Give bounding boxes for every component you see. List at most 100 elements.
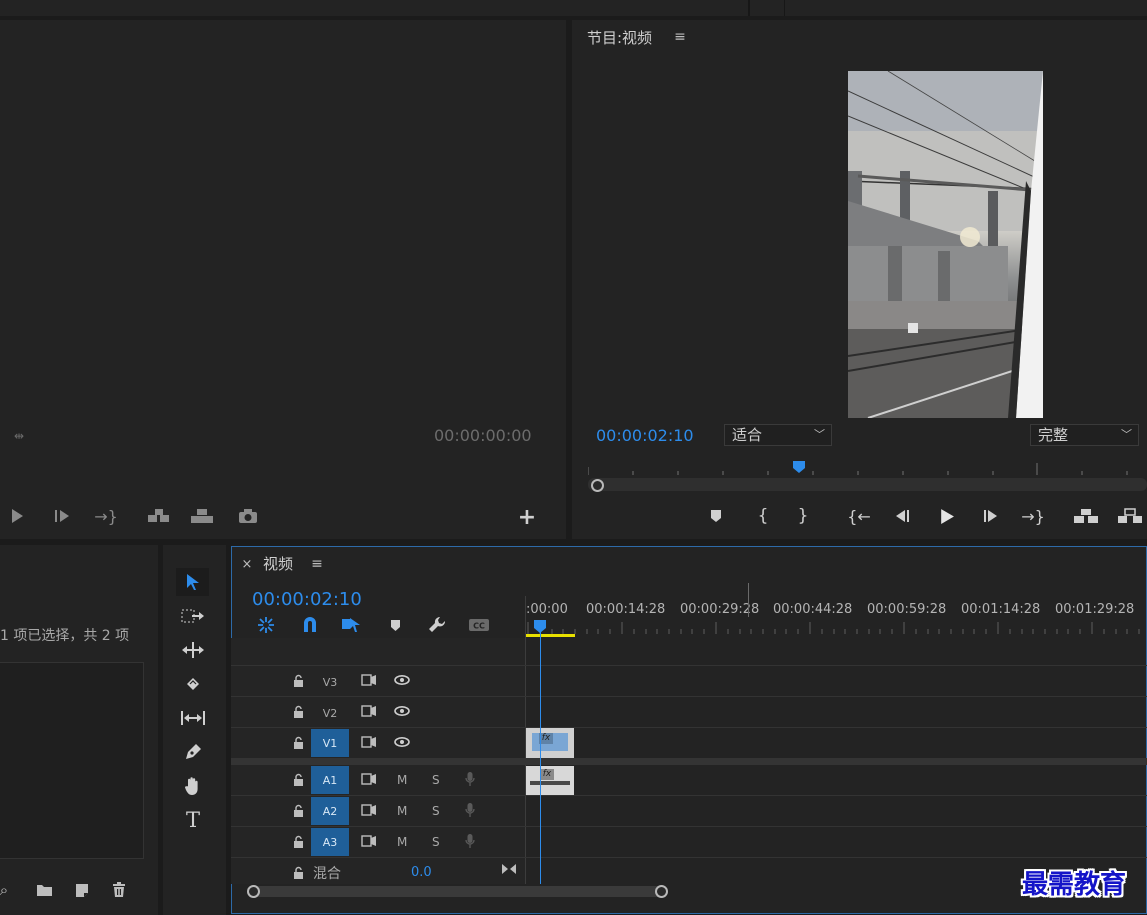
sync-lock-icon[interactable] [359,734,379,750]
pen-tool-icon[interactable] [179,741,207,763]
track-name-v1[interactable]: V1 [311,729,349,757]
video-clip[interactable]: fx [526,728,574,758]
timeline-scroll-thumb[interactable] [250,886,664,897]
new-bin-icon[interactable] [34,880,54,900]
solo-button[interactable]: S [432,773,440,787]
scrollbar-handle-left[interactable] [591,479,604,492]
selection-tool-icon[interactable] [176,568,209,596]
overwrite-icon[interactable] [189,506,215,526]
lock-icon[interactable] [290,833,306,849]
add-marker-icon[interactable] [706,506,726,526]
microphone-icon[interactable] [461,832,479,850]
hand-tool-icon[interactable] [179,775,207,797]
new-item-icon[interactable] [72,880,92,900]
track-separator [231,727,1147,728]
timeline-tab-title[interactable]: 视频 [263,553,293,574]
top-menu-strip [0,0,1147,16]
top-divider-2 [784,0,785,16]
step-forward-icon[interactable] [52,506,74,526]
track-name-a3[interactable]: A3 [311,828,349,856]
track-name-a2[interactable]: A2 [311,797,349,825]
scroll-thumb-handle-right[interactable] [655,885,668,898]
lock-icon[interactable] [290,672,306,688]
playback-resolution-select[interactable]: 完整 ﹀ [1030,424,1139,446]
lock-icon[interactable] [290,771,306,787]
program-time-ruler[interactable] [587,459,1147,477]
lift-icon[interactable] [1072,506,1100,526]
trash-icon[interactable] [109,880,129,900]
go-to-end-icon[interactable] [499,861,519,877]
audio-clip[interactable]: fx [526,766,574,795]
track-name-v2[interactable]: V2 [311,699,349,727]
close-tab-icon[interactable]: × [240,555,254,573]
track-select-tool-icon[interactable] [179,605,207,627]
eye-icon[interactable] [392,672,412,688]
razor-tool-icon[interactable] [179,673,207,695]
program-zoom-scrollbar[interactable] [588,478,1147,491]
lock-icon[interactable] [290,802,306,818]
sync-lock-icon[interactable] [359,703,379,719]
play-icon[interactable] [6,506,28,526]
mix-track-label: 混合 [313,866,341,882]
nest-sequence-icon[interactable] [255,614,277,636]
mix-volume-value[interactable]: 0.0 [411,865,432,880]
step-forward-icon[interactable] [979,506,1003,526]
microphone-icon[interactable] [461,801,479,819]
source-timecode[interactable]: 00:00:00:00 [434,426,532,445]
mark-in-icon[interactable]: { [752,505,774,527]
work-area-bar[interactable] [526,634,575,637]
lock-icon[interactable] [290,703,306,719]
eye-icon[interactable] [392,703,412,719]
solo-button[interactable]: S [432,804,440,818]
linked-selection-icon[interactable] [340,614,362,636]
project-items-area[interactable] [0,662,144,859]
top-divider [748,0,750,16]
program-video-frame[interactable] [848,71,1043,418]
go-to-out-icon[interactable]: →} [94,506,118,526]
solo-button[interactable]: S [432,835,440,849]
track-name-v3[interactable]: V3 [311,668,349,696]
sync-lock-icon[interactable] [359,833,379,849]
track-name-a1[interactable]: A1 [311,766,349,794]
sync-lock-icon[interactable] [359,771,379,787]
mute-button[interactable]: M [397,804,407,818]
button-editor-plus-icon[interactable]: + [516,505,538,530]
mute-button[interactable]: M [397,773,407,787]
captions-icon[interactable]: CC [467,614,491,636]
zoom-level-select[interactable]: 适合 ﹀ [724,424,832,446]
sync-lock-icon[interactable] [359,672,379,688]
scroll-thumb-handle-left[interactable] [247,885,260,898]
eye-icon[interactable] [392,734,412,750]
panel-menu-icon[interactable]: ≡ [309,555,325,573]
sync-lock-icon[interactable] [359,802,379,818]
svg-text:CC: CC [473,622,485,631]
program-panel-title[interactable]: 节目:视频 [587,27,652,48]
program-playhead-marker[interactable] [792,460,806,474]
mute-button[interactable]: M [397,835,407,849]
program-monitor-panel: 节目:视频 ≡ 00:00:02:10 适合 ﹀ 完整 ﹀ {} {← →} [572,20,1147,539]
type-tool-icon[interactable]: T [179,808,207,832]
microphone-icon[interactable] [461,770,479,788]
slip-tool-icon[interactable] [177,707,209,729]
program-timecode[interactable]: 00:00:02:10 [596,426,694,445]
add-marker-icon[interactable] [385,614,405,636]
snap-icon[interactable] [299,614,321,636]
extract-icon[interactable] [1116,506,1144,526]
insert-icon[interactable] [146,506,172,526]
source-settings-icon[interactable]: ⇹ [8,427,30,445]
lock-icon[interactable] [290,734,306,750]
play-icon[interactable] [934,505,958,527]
lock-icon[interactable] [290,864,306,880]
go-to-out-icon[interactable]: →} [1020,505,1046,527]
wrench-icon[interactable] [426,614,448,636]
timeline-timecode[interactable]: 00:00:02:10 [252,589,362,610]
step-back-icon[interactable] [890,506,914,526]
panel-menu-icon[interactable]: ≡ [672,28,688,46]
mark-out-icon[interactable]: } [792,505,814,527]
search-icon[interactable]: ⌕ [0,880,14,900]
export-frame-icon[interactable] [236,506,260,526]
go-to-in-icon[interactable]: {← [846,505,872,527]
ripple-edit-tool-icon[interactable] [179,639,207,661]
watermark-text: 最需教育 [1022,870,1127,900]
timeline-playhead-line[interactable] [540,632,541,884]
